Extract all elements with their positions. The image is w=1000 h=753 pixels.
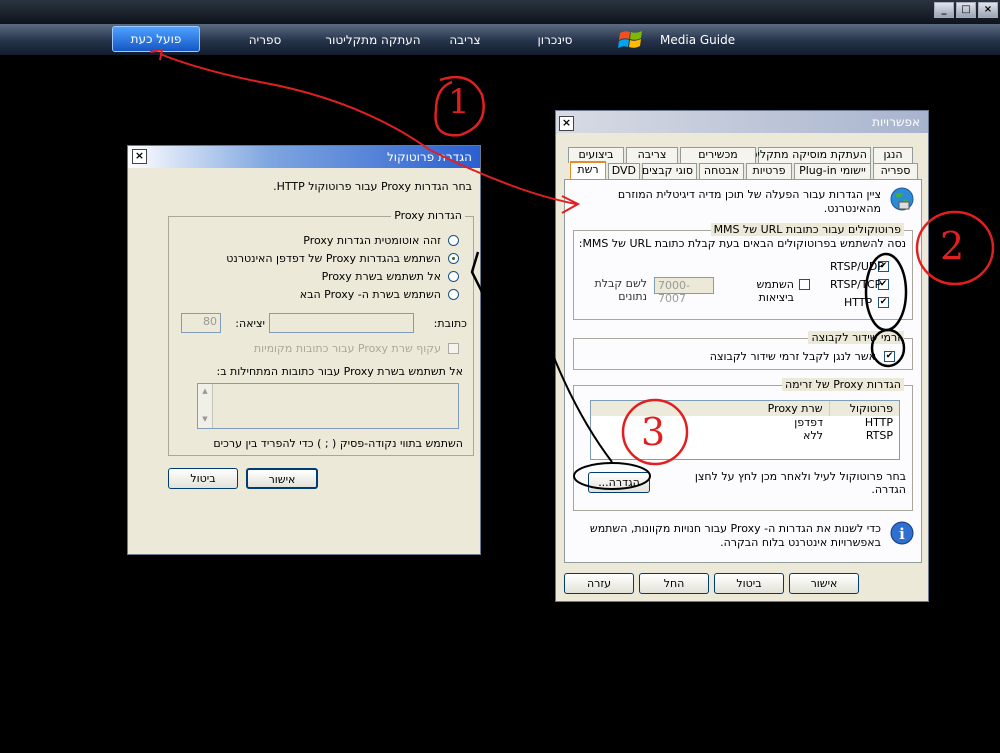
info-icon: i [890,521,914,545]
minimize-icon[interactable]: _ [934,2,954,18]
rtsp-udp-label: RTSP/UDP [830,260,885,273]
receive-data-label: לשם קבלת נתונים [594,277,648,303]
use-proxy-label: השתמש בשרת ה- Proxy הבא [299,288,441,301]
row-protocol: RTSP [865,429,893,442]
tab-library-options[interactable]: ספריה [873,163,918,179]
bypass-local-checkbox[interactable] [448,343,459,354]
annotation-number-one: 1 [448,82,470,122]
scroll-up-icon[interactable]: ▲ [198,384,212,398]
protocol-dialog: הגדרת פרוטוקול × בחר הגדרות Proxy עבור פ… [127,145,481,555]
nav-bar: פועל כעת ספריה העתקה מתקליטור צריבה סינכ… [0,24,1000,56]
tab-dvd[interactable]: DVD [608,163,640,179]
bypass-local-label: עקוף שרת Proxy עבור כתובות מקומיות [253,342,441,355]
proxy-group: הגדרות Proxy של זרימה פרוטוקול שרת Proxy… [573,378,913,511]
multicast-group: זרמי שידור לקבוצה ✔ אשר לנגן לקבל זרמי ש… [573,331,913,370]
protocol-ok-button[interactable]: אישור [246,468,318,489]
proxy-instruction: בחר פרוטוקול לעיל ולאחר מכן לחץ על לחצן … [694,470,906,496]
col-protocol: פרוטוקול [828,401,899,416]
tab-network[interactable]: רשת [570,161,606,179]
apply-button[interactable]: החל [639,573,709,594]
tab-security[interactable]: אבטחה [699,163,744,179]
tab-devices[interactable]: מכשירים [680,147,756,163]
table-row[interactable]: HTTP דפדפן [591,416,899,429]
maximize-icon[interactable]: □ [956,2,976,18]
close-icon[interactable]: × [978,2,998,18]
row-protocol: HTTP [864,416,893,429]
tab-plugins[interactable]: יישומי Plug-in [794,163,871,179]
proxy-settings-group-title: הגדרות Proxy [391,209,465,222]
rtsp-tcp-label: RTSP/TCP [830,278,882,291]
tab-rip[interactable]: העתקה מתקליטור [318,24,428,56]
media-guide-tab[interactable]: Media Guide [660,24,735,56]
http-label: HTTP [844,296,873,309]
scrollbar[interactable]: ▲ ▼ [198,384,213,428]
separator-hint: השתמש בתווי נקודה-פסיק ( ; ) כדי להפריד … [213,437,463,450]
auto-detect-label: זהה אוטומטית הגדרות Proxy [303,234,441,247]
tab-player[interactable]: הנגן [873,147,913,163]
protocol-title: הגדרת פרוטוקול [386,150,472,164]
http-checkbox[interactable]: ✔ [878,297,889,308]
multicast-checkbox[interactable]: ✔ [884,351,895,362]
protocol-cancel-button[interactable]: ביטול [168,468,238,489]
tab-now-playing[interactable]: פועל כעת [112,26,200,52]
multicast-label: אשר לנגן לקבל זרמי שידור לקבוצה [709,350,876,363]
radio-auto-detect[interactable] [448,235,459,246]
app-top-strip [0,0,1000,24]
window-controls: _ □ × [932,0,1000,20]
proxy-table: פרוטוקול שרת Proxy HTTP דפדפן RTSP ללא [590,400,900,460]
mms-group-title: פרוטוקולים עבור כתובות URL של MMS [710,223,904,236]
tab-rip-music[interactable]: העתקת מוסיקה מתקליטור [741,147,871,163]
browser-settings-label: השתמש בהגדרות Proxy של דפדפן האינטרנט [226,252,441,265]
protocol-titlebar: הגדרת פרוטוקול [128,146,480,168]
network-description: ציין הגדרות עבור הפעלה של תוכן מדיה דיגי… [617,188,881,215]
ok-button[interactable]: אישור [789,573,859,594]
annotation-circle-one [434,75,485,137]
proxy-settings-group: הגדרות Proxy זהה אוטומטית הגדרות Proxy ה… [168,209,474,456]
cancel-button[interactable]: ביטול [714,573,784,594]
address-label: כתובת: [433,317,467,330]
svg-text:i: i [899,525,905,543]
help-button[interactable]: עזרה [564,573,634,594]
mms-group: פרוטוקולים עבור כתובות URL של MMS נסה לה… [573,223,913,320]
table-row[interactable]: RTSP ללא [591,429,899,442]
port-label: יציאה: [235,317,265,330]
options-title: אפשרויות [872,115,920,129]
options-titlebar: אפשרויות [556,111,928,133]
radio-use-proxy[interactable] [448,289,459,300]
row-proxy: דפדפן [794,416,823,429]
mms-instruction: נסה להשתמש בפרוטוקולים הבאים בעת קבלת כת… [578,237,906,250]
port-input[interactable]: 80 [181,313,221,333]
tab-burn-options[interactable]: צריבה [626,147,678,163]
use-ports-label: השתמש ביציאות [756,278,794,304]
globe-icon [890,187,914,211]
annotation-number-two: 2 [940,224,965,268]
ports-input[interactable]: 7000-7007 [654,277,714,305]
close-icon[interactable]: × [132,149,147,164]
protocol-description: בחר הגדרות Proxy עבור פרוטוקול HTTP. [273,180,472,193]
network-panel: ציין הגדרות עבור הפעלה של תוכן מדיה דיגי… [564,179,922,563]
use-ports-checkbox[interactable] [799,279,810,290]
no-proxy-label: אל תשתמש בשרת Proxy [321,270,441,283]
multicast-group-title: זרמי שידור לקבוצה [808,331,904,344]
tab-file-types[interactable]: סוגי קבצים [642,163,697,179]
tab-privacy[interactable]: פרטיות [746,163,792,179]
windows-logo-icon [618,31,642,48]
tab-library[interactable]: ספריה [230,24,300,56]
address-input[interactable] [269,313,414,333]
info-text: כדי לשנות את הגדרות ה- Proxy עבור חנויות… [589,522,881,549]
row-proxy: ללא [803,429,823,442]
proxy-settings-button[interactable]: הגדרה... [588,472,650,493]
radio-no-proxy[interactable] [448,271,459,282]
options-dialog: אפשרויות × הנגן העתקת מוסיקה מתקליטור מכ… [555,110,929,602]
exceptions-label: אל תשתמש בשרת Proxy עבור כתובות המתחילות… [216,365,464,378]
scroll-down-icon[interactable]: ▼ [198,412,212,426]
col-proxy-server: שרת Proxy [767,402,823,415]
tab-sync[interactable]: סינכרון [525,24,585,56]
proxy-group-title: הגדרות Proxy של זרימה [782,378,904,391]
tab-burn[interactable]: צריבה [440,24,490,56]
radio-browser-settings[interactable] [448,253,459,264]
exceptions-textarea[interactable]: ▲ ▼ [197,383,459,429]
close-icon[interactable]: × [559,116,574,131]
